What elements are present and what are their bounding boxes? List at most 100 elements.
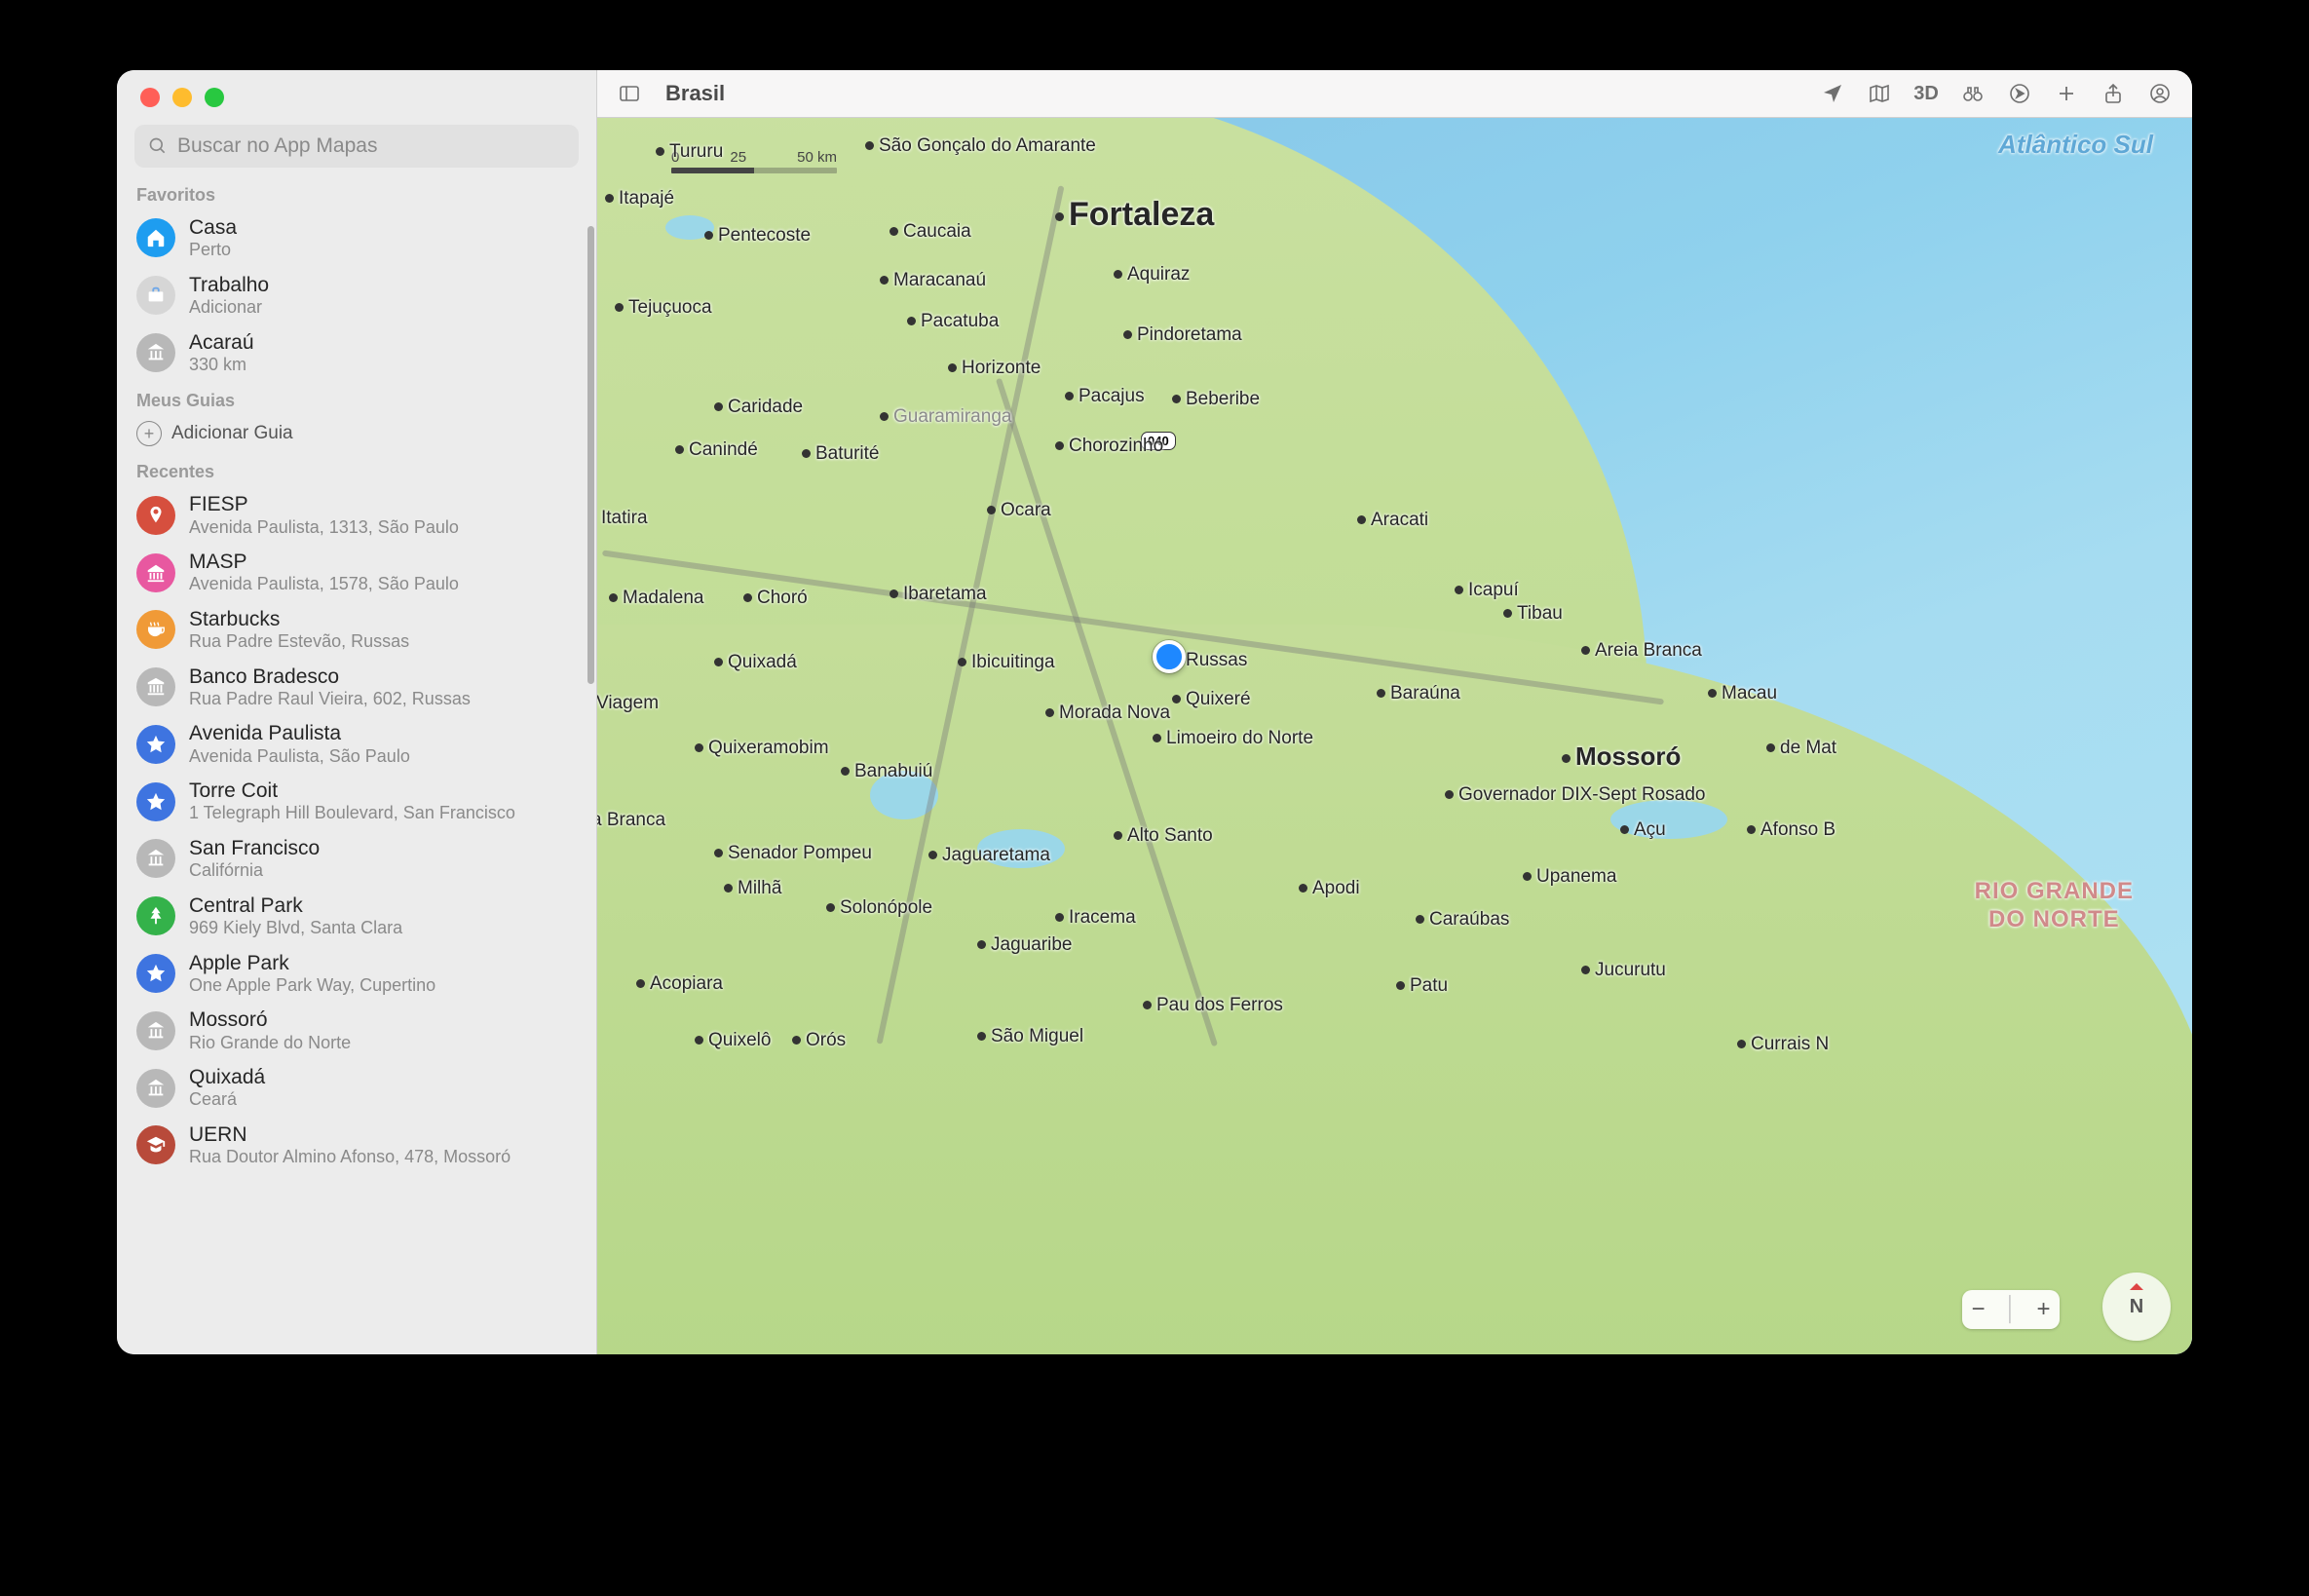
list-item[interactable]: Casa Perto — [117, 209, 596, 267]
city-label[interactable]: Pau dos Ferros — [1143, 995, 1283, 1016]
city-label[interactable]: Apodi — [1299, 878, 1360, 899]
zoom-control: − │ + — [1962, 1290, 2060, 1329]
city-label[interactable]: Limoeiro do Norte — [1153, 728, 1313, 749]
city-label[interactable]: Quixelô — [695, 1030, 771, 1051]
city-label[interactable]: São Gonçalo do Amarante — [865, 135, 1096, 157]
city-label[interactable]: Horizonte — [948, 358, 1041, 379]
list-item[interactable]: Mossoró Rio Grande do Norte — [117, 1002, 596, 1059]
city-label[interactable]: Madalena — [609, 588, 703, 609]
city-label[interactable]: Guaramiranga — [880, 406, 1011, 428]
city-label[interactable]: Tibau — [1503, 603, 1563, 625]
list-item[interactable]: FIESP Avenida Paulista, 1313, São Paulo — [117, 486, 596, 544]
city-label[interactable]: Quixeré — [1172, 689, 1251, 710]
city-label[interactable]: Viagem — [597, 693, 659, 714]
city-label[interactable]: Patu — [1396, 975, 1448, 997]
city-label[interactable]: Açu — [1620, 819, 1666, 841]
fullscreen-icon[interactable] — [205, 88, 224, 107]
city-label[interactable]: Governador DIX-Sept Rosado — [1445, 784, 1705, 806]
city-label[interactable]: Beberibe — [1172, 389, 1260, 410]
add-button[interactable] — [2050, 79, 2083, 108]
list-item[interactable]: Central Park 969 Kiely Blvd, Santa Clara — [117, 888, 596, 945]
city-label[interactable]: Caraúbas — [1416, 909, 1509, 931]
list-item[interactable]: Starbucks Rua Padre Estevão, Russas — [117, 601, 596, 659]
city-label[interactable]: Senador Pompeu — [714, 843, 872, 864]
city-label[interactable]: Tejuçuoca — [615, 297, 712, 319]
zoom-out-button[interactable]: − — [1971, 1296, 1985, 1323]
region-label: RIO GRANDEDO NORTE — [1975, 878, 2134, 934]
city-label[interactable]: Aquiraz — [1114, 264, 1190, 285]
city-label-major[interactable]: Mossoró — [1562, 741, 1681, 772]
list-item[interactable]: Apple Park One Apple Park Way, Cupertino — [117, 945, 596, 1003]
city-label[interactable]: Tururu — [656, 141, 723, 163]
scrollbar[interactable] — [587, 226, 594, 684]
locate-button[interactable] — [1816, 79, 1849, 108]
list-item[interactable]: MASP Avenida Paulista, 1578, São Paulo — [117, 544, 596, 601]
city-label[interactable]: Alto Santo — [1114, 825, 1213, 847]
city-label[interactable]: Jaguaribe — [977, 934, 1072, 956]
add-guide-button[interactable]: + Adicionar Guia — [117, 415, 596, 452]
city-label[interactable]: Caucaia — [890, 221, 971, 243]
city-label[interactable]: Acopiara — [636, 973, 723, 995]
city-label[interactable]: Afonso B — [1747, 819, 1836, 841]
list-item[interactable]: Avenida Paulista Avenida Paulista, São P… — [117, 715, 596, 773]
city-label[interactable]: Quixadá — [714, 652, 797, 673]
city-label[interactable]: Pacajus — [1065, 386, 1145, 407]
map-canvas[interactable]: 0 25 50 km Atlântico Sul 040 FortalezaMo… — [597, 118, 2192, 1354]
city-label[interactable]: Pacatuba — [907, 311, 999, 332]
city-label[interactable]: Maracanaú — [880, 270, 986, 291]
city-label[interactable]: Itapajé — [605, 188, 674, 209]
city-label[interactable]: Milhã — [724, 878, 781, 899]
list-item[interactable]: Acaraú 330 km — [117, 324, 596, 382]
share-button[interactable] — [2097, 79, 2130, 108]
3d-button[interactable]: 3D — [1910, 79, 1943, 108]
city-label[interactable]: Caridade — [714, 397, 803, 418]
close-icon[interactable] — [140, 88, 160, 107]
city-label[interactable]: Solonópole — [826, 897, 932, 919]
city-label[interactable]: Quixeramobim — [695, 738, 829, 759]
city-label[interactable]: Canindé — [675, 439, 758, 461]
city-label[interactable]: São Miguel — [977, 1026, 1083, 1047]
list-item[interactable]: San Francisco Califórnia — [117, 830, 596, 888]
city-label[interactable]: Icapuí — [1455, 580, 1519, 601]
city-label[interactable]: Jaguaretama — [928, 845, 1050, 866]
city-label-major[interactable]: Fortaleza — [1055, 196, 1214, 234]
city-label[interactable]: Chorozinho — [1055, 436, 1163, 457]
city-label[interactable]: Macau — [1708, 683, 1777, 704]
city-label[interactable]: Areia Branca — [1581, 640, 1702, 662]
compass[interactable]: N — [2102, 1273, 2171, 1341]
city-label[interactable]: Iracema — [1055, 907, 1136, 929]
list-item[interactable]: UERN Rua Doutor Almino Afonso, 478, Moss… — [117, 1117, 596, 1174]
city-label[interactable]: Ocara — [987, 500, 1051, 521]
toggle-sidebar-button[interactable] — [613, 79, 646, 108]
city-label[interactable]: a Branca — [597, 810, 665, 831]
list-item[interactable]: Quixadá Ceará — [117, 1059, 596, 1117]
city-label[interactable]: Currais N — [1737, 1034, 1829, 1055]
city-label[interactable]: Banabuiú — [841, 761, 932, 782]
look-around-button[interactable] — [1956, 79, 1989, 108]
city-label[interactable]: Ibaretama — [890, 584, 987, 605]
city-label[interactable]: Upanema — [1523, 866, 1616, 888]
city-label[interactable]: Choró — [743, 588, 808, 609]
city-label[interactable]: Pindoretama — [1123, 324, 1242, 346]
city-label[interactable]: Orós — [792, 1030, 846, 1051]
city-label[interactable]: Aracati — [1357, 510, 1428, 531]
minimize-icon[interactable] — [172, 88, 192, 107]
city-label[interactable]: Ibicuitinga — [958, 652, 1055, 673]
list-item[interactable]: Banco Bradesco Rua Padre Raul Vieira, 60… — [117, 659, 596, 716]
city-label[interactable]: de Mat — [1766, 738, 1836, 759]
city-label[interactable]: Morada Nova — [1045, 703, 1170, 724]
city-label[interactable]: Baraúna — [1377, 683, 1460, 704]
city-label[interactable]: Itatira — [597, 508, 648, 529]
directions-button[interactable] — [2003, 79, 2036, 108]
map-mode-button[interactable] — [1863, 79, 1896, 108]
account-button[interactable] — [2143, 79, 2177, 108]
list-item[interactable]: Torre Coit 1 Telegraph Hill Boulevard, S… — [117, 773, 596, 830]
search-input[interactable]: Buscar no App Mapas — [134, 125, 579, 168]
city-label[interactable]: Jucurutu — [1581, 960, 1666, 981]
city-label[interactable]: Baturité — [802, 443, 879, 465]
city-label[interactable]: Pentecoste — [704, 225, 811, 247]
item-title: Avenida Paulista — [189, 721, 410, 745]
item-title: Torre Coit — [189, 779, 515, 803]
list-item[interactable]: Trabalho Adicionar — [117, 267, 596, 324]
zoom-in-button[interactable]: + — [2036, 1296, 2050, 1323]
